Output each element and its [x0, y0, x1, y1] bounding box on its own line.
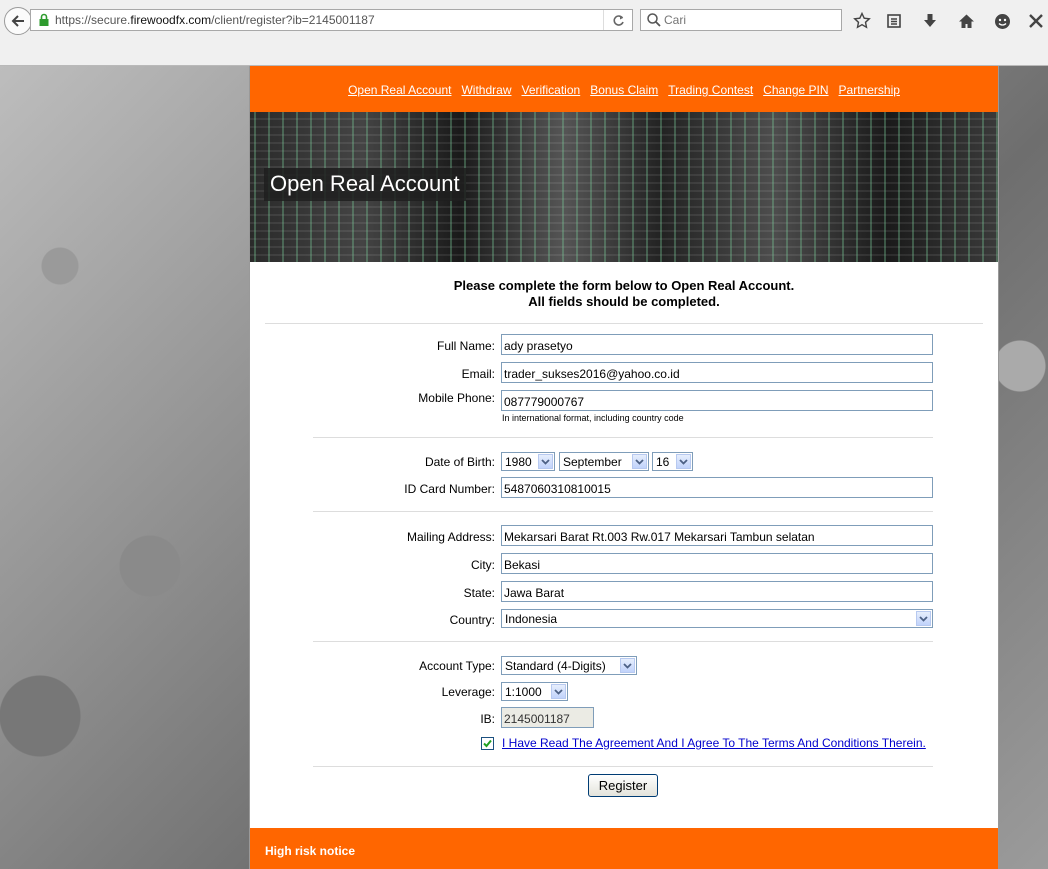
search-icon — [647, 13, 661, 27]
downloads-button[interactable] — [920, 11, 940, 31]
nav-partnership[interactable]: Partnership — [839, 83, 900, 97]
url-text: https://secure.firewoodfx.com/client/reg… — [55, 13, 375, 27]
bookmark-star-button[interactable] — [852, 11, 872, 31]
birth-month-select[interactable]: September — [559, 452, 649, 471]
ib-input — [501, 707, 594, 728]
footer-bar: High risk notice — [250, 828, 998, 869]
country-select[interactable]: Indonesia — [501, 609, 933, 628]
intro-line-2: All fields should be completed. — [528, 294, 720, 309]
mobile-phone-hint: In international format, including count… — [502, 413, 684, 423]
chevron-down-icon — [676, 454, 691, 469]
mailing-address-input[interactable] — [501, 525, 933, 546]
back-arrow-icon — [11, 15, 24, 27]
divider — [313, 766, 933, 767]
agreement-checkbox[interactable] — [481, 736, 494, 750]
chevron-down-icon — [916, 611, 931, 626]
download-icon — [924, 14, 936, 27]
emoji-addon-button[interactable] — [992, 11, 1012, 31]
intro-line-1: Please complete the form below to Open R… — [453, 278, 795, 293]
lock-icon — [39, 13, 49, 26]
agreement-link[interactable]: I Have Read The Agreement And I Agree To… — [502, 736, 926, 750]
server-room-banner: Open Real Account — [250, 112, 998, 262]
reload-button[interactable] — [603, 10, 632, 30]
reload-icon — [612, 14, 624, 26]
id-card-input[interactable] — [501, 477, 933, 498]
birth-day-select[interactable]: 16 — [652, 452, 693, 471]
email-input[interactable] — [501, 362, 933, 383]
country-value: Indonesia — [505, 611, 558, 626]
nav-trading-contest[interactable]: Trading Contest — [668, 83, 753, 97]
divider — [313, 641, 933, 642]
address-bar[interactable]: https://secure.firewoodfx.com/client/reg… — [30, 9, 633, 31]
divider — [265, 323, 983, 324]
leverage-value: 1:1000 — [505, 684, 542, 699]
full-name-label: Full Name: — [436, 339, 495, 353]
birth-month-value: September — [563, 454, 622, 469]
account-type-label: Account Type: — [419, 659, 495, 673]
nav-withdraw[interactable]: Withdraw — [461, 83, 511, 97]
browser-toolbar: https://secure.firewoodfx.com/client/reg… — [0, 0, 1048, 66]
birth-year-select[interactable]: 1980 — [501, 452, 555, 471]
top-navigation: Open Real Account Withdraw Verification … — [250, 66, 998, 112]
state-input[interactable] — [501, 581, 933, 602]
star-icon — [853, 12, 871, 29]
high-risk-notice[interactable]: High risk notice — [265, 844, 355, 858]
banner-title: Open Real Account — [264, 168, 466, 201]
list-icon — [887, 14, 901, 28]
chevron-down-icon — [551, 684, 566, 699]
city-input[interactable] — [501, 553, 933, 574]
mobile-phone-input[interactable] — [501, 390, 933, 411]
register-button[interactable]: Register — [588, 774, 658, 797]
date-of-birth-label: Date of Birth: — [424, 455, 495, 469]
close-addon-button[interactable] — [1026, 11, 1046, 31]
ib-label: IB: — [480, 712, 495, 726]
divider — [313, 511, 933, 512]
browser-search-bar[interactable] — [640, 9, 842, 31]
chevron-down-icon — [620, 658, 635, 673]
leverage-select[interactable]: 1:1000 — [501, 682, 568, 701]
birth-year-value: 1980 — [505, 454, 532, 469]
back-button[interactable] — [4, 7, 32, 35]
reading-list-button[interactable] — [884, 11, 904, 31]
nav-bonus-claim[interactable]: Bonus Claim — [590, 83, 658, 97]
nav-verification[interactable]: Verification — [522, 83, 581, 97]
divider — [313, 437, 933, 438]
home-icon — [958, 14, 974, 28]
country-label: Country: — [449, 613, 495, 627]
email-label: Email: — [461, 367, 495, 381]
agreement-row: I Have Read The Agreement And I Agree To… — [481, 736, 926, 750]
main-content: Open Real Account Withdraw Verification … — [249, 66, 999, 869]
id-card-label: ID Card Number: — [404, 482, 495, 496]
mailing-address-label: Mailing Address: — [406, 530, 495, 544]
checkmark-icon — [483, 739, 492, 747]
smiley-icon — [994, 13, 1010, 29]
leverage-label: Leverage: — [441, 685, 495, 699]
home-button[interactable] — [956, 11, 976, 31]
state-label: State: — [463, 586, 495, 600]
mobile-phone-label: Mobile Phone: — [418, 391, 495, 405]
nav-change-pin[interactable]: Change PIN — [763, 83, 828, 97]
chevron-down-icon — [538, 454, 553, 469]
form-intro: Please complete the form below to Open R… — [250, 278, 998, 310]
account-type-value: Standard (4-Digits) — [505, 658, 606, 673]
city-label: City: — [471, 558, 495, 572]
browser-search-input[interactable] — [664, 13, 834, 27]
account-type-select[interactable]: Standard (4-Digits) — [501, 656, 637, 675]
birth-day-value: 16 — [656, 454, 670, 469]
nav-open-real-account[interactable]: Open Real Account — [348, 83, 451, 97]
chevron-down-icon — [632, 454, 647, 469]
full-name-input[interactable] — [501, 334, 933, 355]
x-icon — [1029, 14, 1043, 28]
